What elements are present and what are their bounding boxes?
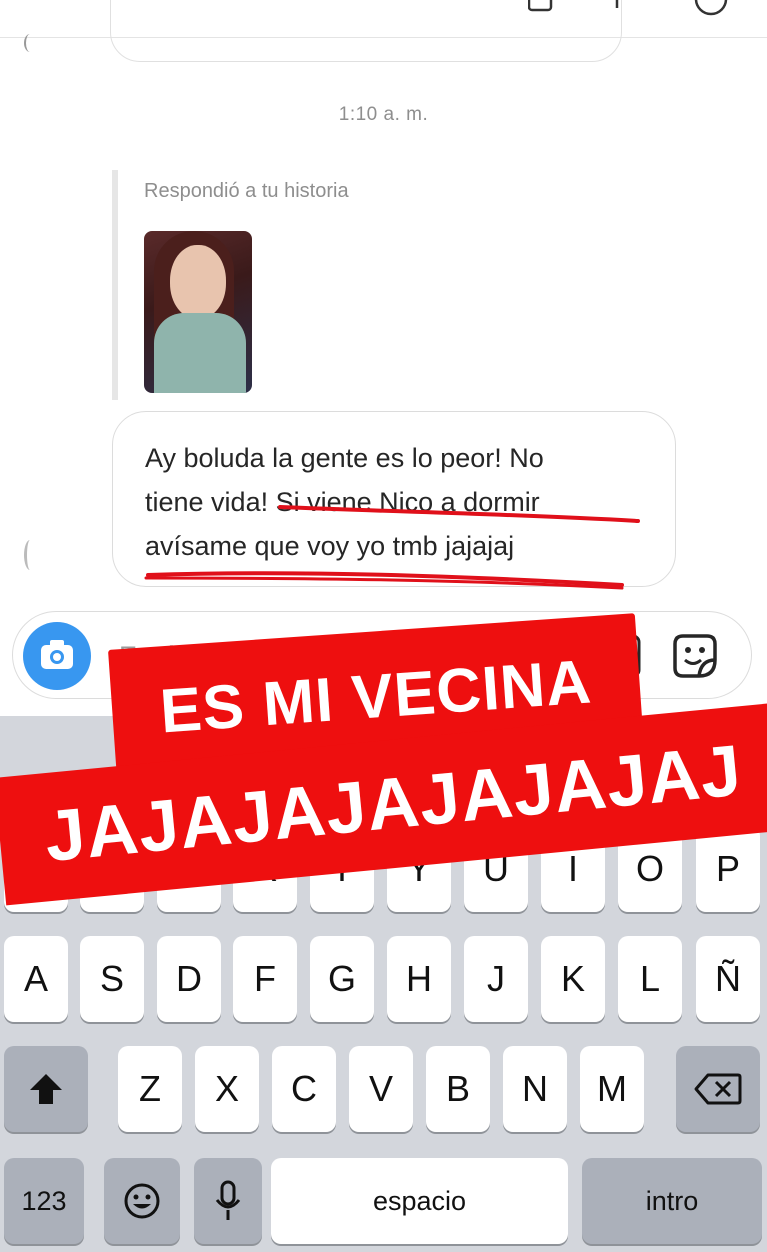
sender-avatar-2 — [24, 540, 36, 570]
story-thumbnail[interactable] — [144, 231, 252, 393]
camera-icon — [41, 640, 73, 669]
profile-icon[interactable] — [694, 0, 728, 16]
story-reply-label: Respondió a tu historia — [144, 180, 349, 202]
emoji-icon — [124, 1183, 160, 1219]
key-d[interactable]: D — [157, 936, 221, 1022]
dictation-icon — [215, 1180, 241, 1220]
story-thumbnail-towel — [154, 313, 246, 393]
story-thumbnail-face — [170, 245, 226, 319]
key-enye[interactable]: Ñ — [696, 936, 760, 1022]
key-h[interactable]: H — [387, 936, 451, 1022]
return-key[interactable]: intro — [582, 1158, 762, 1244]
sender-avatar — [24, 34, 36, 52]
key-m[interactable]: M — [580, 1046, 644, 1132]
previous-message-bubble — [110, 0, 622, 62]
story-reply[interactable]: Respondió a tu historia — [112, 170, 349, 400]
camera-button[interactable] — [23, 622, 91, 690]
shift-icon — [30, 1074, 62, 1104]
key-x[interactable]: X — [195, 1046, 259, 1132]
key-g[interactable]: G — [310, 936, 374, 1022]
backspace-icon — [694, 1073, 742, 1105]
key-z[interactable]: Z — [118, 1046, 182, 1132]
sticker-icon[interactable] — [669, 630, 721, 682]
key-j[interactable]: J — [464, 936, 528, 1022]
key-c[interactable]: C — [272, 1046, 336, 1132]
key-n[interactable]: N — [503, 1046, 567, 1132]
backspace-key[interactable] — [676, 1046, 760, 1132]
key-l[interactable]: L — [618, 936, 682, 1022]
key-p[interactable]: P — [696, 826, 760, 912]
received-message-bubble[interactable]: Ay boluda la gente es lo peor! No tiene … — [112, 411, 676, 587]
space-key[interactable]: espacio — [271, 1158, 568, 1244]
shift-key[interactable] — [4, 1046, 88, 1132]
key-f[interactable]: F — [233, 936, 297, 1022]
key-s[interactable]: S — [80, 936, 144, 1022]
emoji-key[interactable] — [104, 1158, 180, 1244]
key-a[interactable]: A — [4, 936, 68, 1022]
key-b[interactable]: B — [426, 1046, 490, 1132]
dictation-key[interactable] — [194, 1158, 262, 1244]
key-v[interactable]: V — [349, 1046, 413, 1132]
key-k[interactable]: K — [541, 936, 605, 1022]
message-text: Ay boluda la gente es lo peor! No tiene … — [145, 443, 544, 561]
numbers-key[interactable]: 123 — [4, 1158, 84, 1244]
message-timestamp: 1:10 a. m. — [338, 104, 429, 125]
